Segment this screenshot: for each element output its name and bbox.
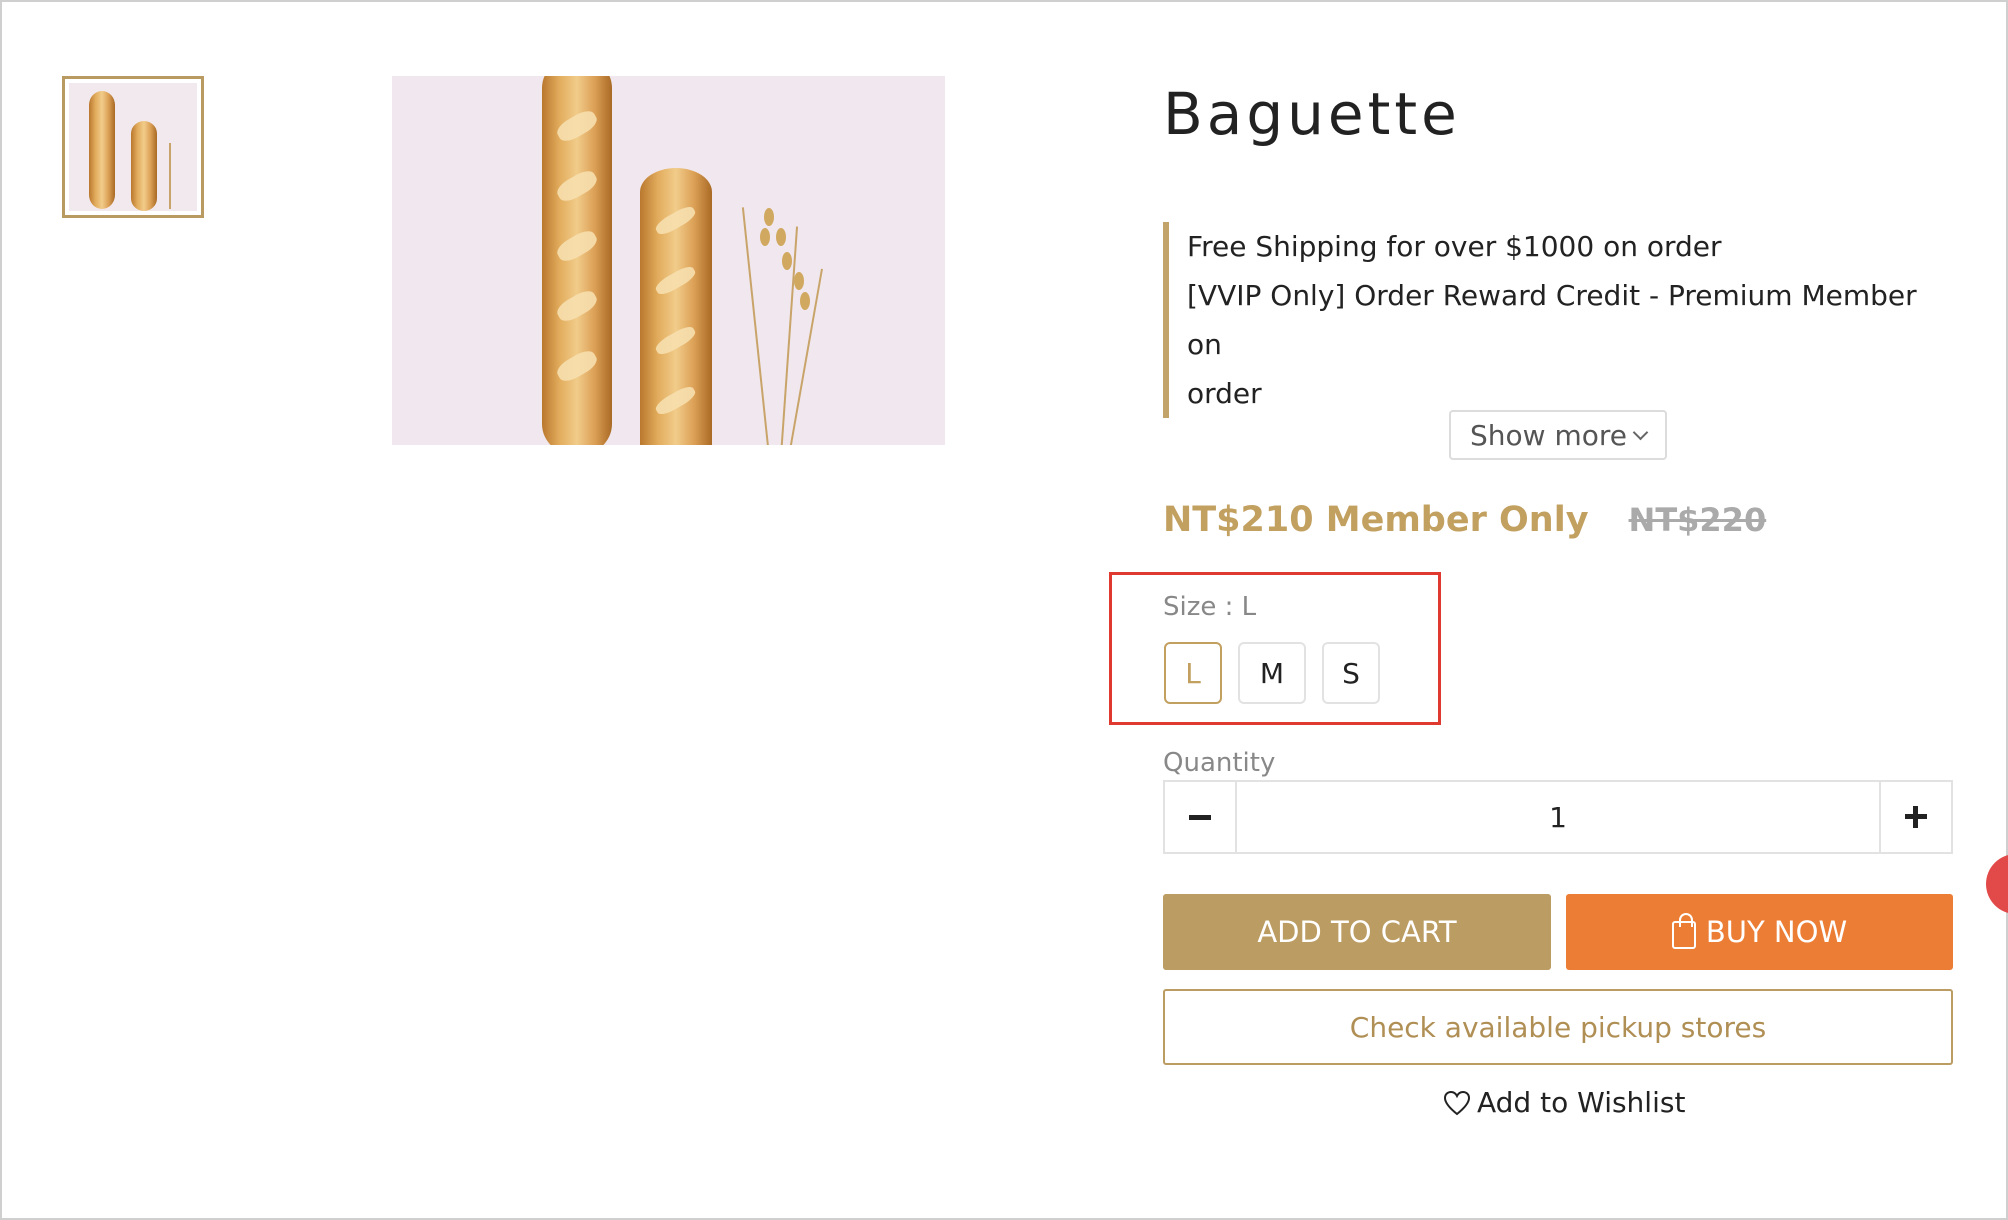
quantity-increase-button[interactable] [1879,782,1951,852]
plus-icon [1905,806,1927,828]
wishlist-label: Add to Wishlist [1477,1086,1686,1119]
size-label: Size : L [1163,592,1257,622]
check-pickup-stores-button[interactable]: Check available pickup stores [1163,989,1953,1065]
size-option-l[interactable]: L [1164,642,1222,704]
show-more-button[interactable]: Show more [1449,410,1667,460]
member-price: NT$210 Member Only [1163,500,1589,540]
product-title: Baguette [1163,80,1461,148]
product-thumbnail[interactable] [62,76,204,218]
product-image [392,76,945,445]
minus-icon [1189,814,1211,820]
quantity-decrease-button[interactable] [1165,782,1237,852]
buy-now-button[interactable]: BUY NOW [1566,894,1953,970]
original-price: NT$220 [1628,501,1767,539]
price-row: NT$210 Member Only NT$220 [1163,500,1766,540]
shopping-bag-icon [1671,913,1696,949]
heart-icon [1443,1090,1471,1115]
size-option-m[interactable]: M [1238,642,1306,704]
size-option-s[interactable]: S [1322,642,1380,704]
promotion-free-shipping: Free Shipping for over $1000 on order [1187,230,1722,263]
promotion-vvip-credit: [VVIP Only] Order Reward Credit - Premiu… [1187,279,1917,361]
thumbnail-image [69,83,197,211]
add-to-cart-button[interactable]: ADD TO CART [1163,894,1551,970]
promotions-block: Free Shipping for over $1000 on order [V… [1163,222,1923,418]
quantity-stepper: 1 [1163,780,1953,854]
add-to-wishlist-link[interactable]: Add to Wishlist [1443,1086,1685,1119]
buy-now-label: BUY NOW [1705,915,1848,949]
quantity-label: Quantity [1163,748,1276,778]
chevron-down-icon [1632,424,1649,440]
quantity-input[interactable]: 1 [1237,782,1879,852]
show-more-label: Show more [1470,418,1627,452]
